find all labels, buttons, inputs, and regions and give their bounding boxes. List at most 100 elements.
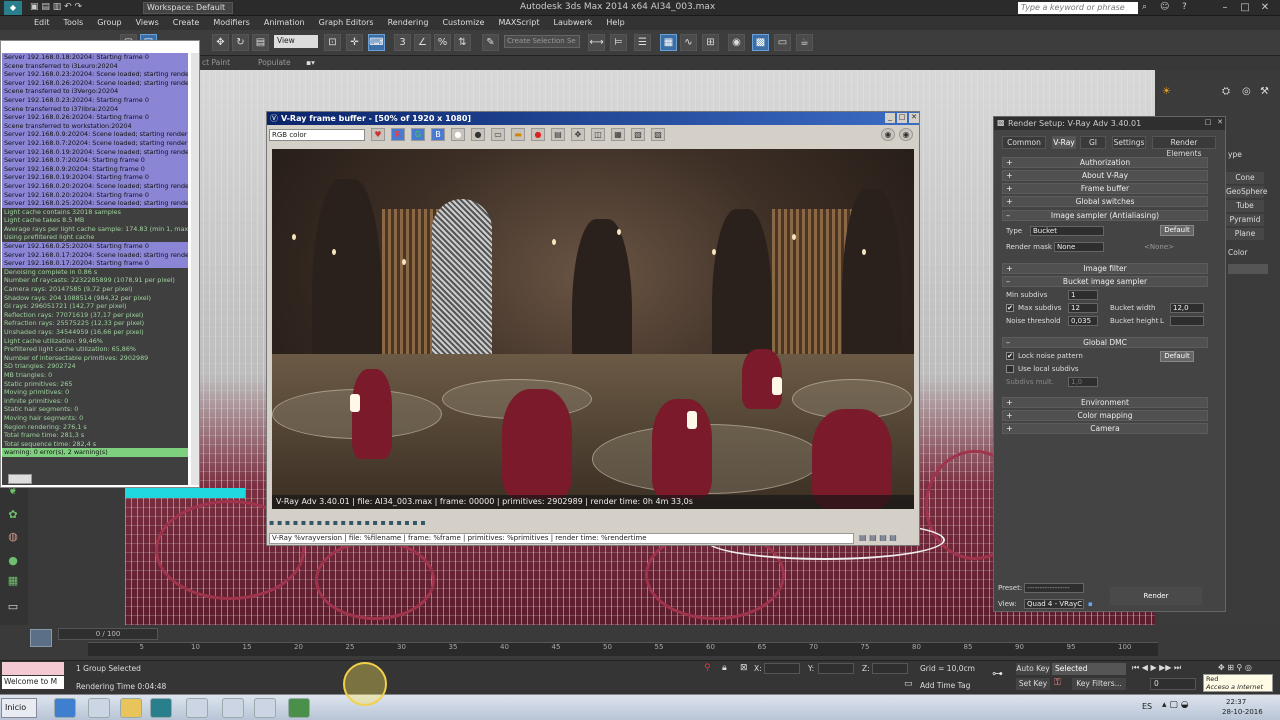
menu-item-edit[interactable]: Edit (34, 16, 50, 30)
absolute-mode-icon[interactable]: ⊠ (740, 663, 748, 673)
close-button[interactable]: ✕ (1258, 1, 1272, 14)
playback-controls-icons[interactable]: ⏮ ◀ ▶ ▶▶ ⏭ (1132, 663, 1181, 673)
search-input[interactable]: Type a keyword or phrase (1018, 2, 1138, 14)
render-setup-icon[interactable]: ▩ (752, 34, 769, 51)
history-icon[interactable]: ▦ (611, 128, 625, 141)
workspace-dropdown[interactable]: Workspace: Default (143, 2, 233, 14)
vfb-close-button[interactable]: ✕ (909, 113, 919, 123)
rollout-color-mapping[interactable]: + Color mapping (1002, 410, 1208, 421)
min-subdivs-field[interactable]: 1 (1068, 290, 1098, 300)
time-tag-icon[interactable]: ▭ (904, 679, 913, 689)
key-filters-button[interactable]: Key Filters... (1072, 678, 1126, 690)
schematic-view-icon[interactable]: ⊞ (702, 34, 719, 51)
start-button[interactable]: Inicio (1, 698, 37, 718)
color-correction-icon[interactable]: ▨ (651, 128, 665, 141)
tab-common[interactable]: Common (1002, 136, 1046, 149)
3dsmax-taskbar-icon[interactable] (150, 698, 172, 718)
rollout-about[interactable]: + About V-Ray (1002, 170, 1208, 181)
rollout-image-sampler[interactable]: – Image sampler (Antialiasing) (1002, 210, 1208, 221)
maximize-button[interactable]: □ (1238, 1, 1252, 14)
set-key-button[interactable]: Set Key (1016, 678, 1050, 690)
edit-named-selection-icon[interactable]: ✎ (482, 34, 499, 51)
maxscript-listener-white[interactable]: Welcome to M (2, 676, 64, 689)
menu-item-maxscript[interactable]: MAXScript (498, 16, 539, 30)
keyboard-shortcut-icon[interactable]: ⌨ (368, 34, 385, 51)
user-icon[interactable]: ☺ (1160, 2, 1169, 12)
rollout-global-switches[interactable]: + Global switches (1002, 196, 1208, 207)
motion-icon[interactable]: ◎ (1242, 86, 1251, 97)
rollout-camera[interactable]: + Camera (1002, 423, 1208, 434)
z-field[interactable] (872, 663, 908, 674)
menu-item-tools[interactable]: Tools (64, 16, 84, 30)
stop-render-icon[interactable]: ● (531, 128, 545, 141)
create-plane-button[interactable]: Plane (1226, 228, 1264, 240)
time-slider-handle[interactable]: 0 / 100 (58, 628, 158, 640)
dmc-default-button[interactable]: Default (1160, 351, 1194, 362)
ribbon-options-icon[interactable]: ▪▾ (306, 58, 315, 67)
render-mask-dropdown[interactable]: None (1054, 242, 1104, 252)
rollout-bucket-sampler[interactable]: – Bucket image sampler (1002, 276, 1208, 287)
save-icon[interactable]: ▭ (491, 128, 505, 141)
pin-icon[interactable]: ⚲ (704, 663, 711, 673)
region-render-icon[interactable]: ◫ (591, 128, 605, 141)
red-channel-button[interactable]: R (391, 128, 405, 141)
tray-icons[interactable]: ▴ ▢ ◒ (1162, 700, 1189, 710)
sampler-type-dropdown[interactable]: Bucket (1030, 226, 1104, 236)
noise-threshold-field[interactable]: 0,035 (1068, 316, 1098, 326)
log-scrollbar[interactable] (191, 53, 199, 485)
create-tube-button[interactable]: Tube (1226, 200, 1264, 212)
rollout-image-filter[interactable]: + Image filter (1002, 263, 1208, 274)
channel-dropdown[interactable]: RGB color (269, 129, 365, 141)
reference-coord-dropdown[interactable]: View (274, 35, 318, 48)
create-cone-button[interactable]: Cone (1226, 172, 1264, 184)
populate-tab[interactable]: Populate (258, 58, 291, 67)
taskbar-app-icon[interactable] (288, 698, 310, 718)
taskbar-app-icon[interactable] (222, 698, 244, 718)
maxscript-listener-pink[interactable] (2, 662, 64, 675)
rollout-environment[interactable]: + Environment (1002, 397, 1208, 408)
sun-icon[interactable]: ☀ (1162, 86, 1171, 97)
menu-item-help[interactable]: Help (606, 16, 624, 30)
network-icon[interactable] (88, 698, 110, 718)
track-bar[interactable]: 5 10 15 20 25 30 35 40 45 50 55 60 65 70 75 80 85 90 95 100 (88, 642, 1158, 656)
vfb-maximize-button[interactable]: □ (897, 113, 907, 123)
stamp-tools-icons[interactable]: ▤ ▤ ▤ ▤ (859, 533, 897, 542)
menu-item-create[interactable]: Create (173, 16, 200, 30)
heart-icon[interactable]: ♥ (371, 128, 385, 141)
log-resize-handle[interactable] (8, 474, 32, 484)
track-mouse-icon[interactable]: ✥ (571, 128, 585, 141)
named-selection-dropdown[interactable]: Create Selection Se (504, 35, 580, 48)
set-keys-icon[interactable]: ⚿ (1054, 678, 1061, 688)
powershell-icon[interactable] (54, 698, 76, 718)
percent-snap-icon[interactable]: % (434, 34, 451, 51)
hierarchy-icon[interactable]: ⛭ (1222, 86, 1230, 97)
mini-listener-icon[interactable] (30, 629, 52, 647)
name-field[interactable] (1228, 264, 1268, 274)
rollout-frame-buffer[interactable]: + Frame buffer (1002, 183, 1208, 194)
folder-icon[interactable] (120, 698, 142, 718)
create-geosphere-button[interactable]: GeoSphere (1226, 186, 1267, 198)
add-time-tag[interactable]: Add Time Tag (920, 681, 970, 690)
max-subdivs-field[interactable]: 12 (1068, 303, 1098, 313)
spinner-snap-icon[interactable]: ⇅ (454, 34, 471, 51)
material-editor-icon[interactable]: ◉ (728, 34, 745, 51)
bucket-height-lock[interactable]: L (1160, 317, 1164, 325)
rotate-icon[interactable]: ↻ (232, 34, 249, 51)
view-dropdown[interactable]: Quad 4 - VRayC (1024, 599, 1084, 609)
tab-render-elements[interactable]: Render Elements (1152, 136, 1216, 158)
create-pyramid-button[interactable]: Pyramid (1226, 214, 1264, 226)
rs-close-button[interactable]: ✕ (1215, 118, 1225, 128)
pin-icon[interactable]: ◉ (899, 128, 913, 141)
minimize-button[interactable]: – (1218, 1, 1232, 14)
render-production-icon[interactable]: ☕ (796, 34, 813, 51)
language-indicator[interactable]: ES (1142, 702, 1152, 711)
subdivs-mult-field[interactable]: 1,0 (1068, 377, 1098, 387)
search-icon[interactable]: ⌕ (1142, 2, 1147, 12)
blue-channel-button[interactable]: B (431, 128, 445, 141)
align-icon[interactable]: ⊨ (610, 34, 627, 51)
scale-icon[interactable]: ▤ (252, 34, 269, 51)
menu-item-views[interactable]: Views (136, 16, 159, 30)
selection-lock-icon[interactable]: 🔒︎ (722, 663, 727, 673)
use-local-subdivs-checkbox[interactable] (1006, 365, 1014, 373)
taskbar-app-icon[interactable] (254, 698, 276, 718)
